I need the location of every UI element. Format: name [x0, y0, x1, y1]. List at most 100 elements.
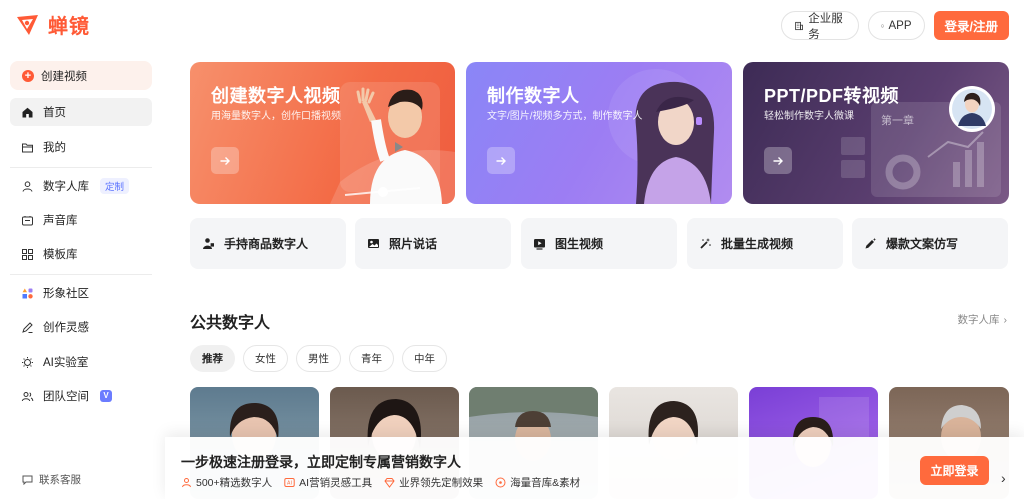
promo-features: 500+精选数字人 AI AI营销灵感工具 业界领先定制效果 海量音库&素材	[181, 475, 580, 490]
custom-badge: 定制	[100, 178, 130, 194]
person-icon	[22, 180, 33, 192]
diamond-icon	[384, 478, 395, 488]
banner-arrow-button[interactable]	[211, 147, 239, 174]
promo-feature-label: 500+精选数字人	[196, 477, 273, 489]
person-outline-icon	[182, 478, 191, 488]
sidebar-item-label: 我的	[43, 142, 66, 154]
building-icon	[794, 21, 803, 30]
enterprise-service-button[interactable]: 企业服务	[780, 11, 859, 41]
music-icon	[495, 477, 506, 488]
section-title: 公共数字人	[190, 315, 271, 332]
login-register-button[interactable]: 登录/注册	[933, 11, 1009, 40]
sidebar-item-creative-inspiration[interactable]: 创作灵感	[10, 313, 152, 341]
video-play-icon	[534, 239, 545, 250]
banner-ppt-pdf-to-video[interactable]: 第一章 PPT/PDF转视频 轻松制作数字人微课	[743, 62, 1009, 204]
logo[interactable]: 蝉镜	[14, 10, 90, 39]
app-label: APP	[888, 19, 912, 32]
sidebar-item-label: AI实验室	[43, 357, 89, 369]
banner-subtitle: 文字/图片/视频多方式，制作数字人	[487, 111, 643, 122]
photo-icon	[368, 239, 379, 248]
filter-chips: 推荐 女性 男性 青年 中年	[190, 345, 447, 372]
promo-feature-label: 海量音库&素材	[510, 477, 581, 489]
sidebar-item-digital-human-library[interactable]: 数字人库 定制	[10, 172, 152, 200]
sidebar-item-template-library[interactable]: 模板库	[10, 240, 152, 268]
filter-chip-recommended[interactable]: 推荐	[190, 345, 235, 372]
promo-feature: 500+精选数字人	[181, 475, 272, 490]
quick-action-batch-generate[interactable]: 批量生成视频	[687, 218, 843, 269]
sidebar-divider	[10, 167, 152, 168]
app-root: 蝉镜 企业服务 APP 登录/注册 + 创建视频 首页 我的 数字人库 定制 声…	[0, 0, 1024, 499]
section-link-label: 数字人库	[957, 314, 1000, 326]
sidebar-item-home[interactable]: 首页	[10, 98, 152, 126]
shapes-icon	[22, 288, 33, 298]
audio-box-icon	[22, 215, 33, 225]
sidebar: + 创建视频 首页 我的 数字人库 定制 声音库 模板库 形象社区 创作灵感 A…	[0, 52, 165, 499]
create-video-button[interactable]: + 创建视频	[10, 61, 152, 90]
sidebar-item-label: 声音库	[43, 215, 78, 227]
quick-action-label: 爆款文案仿写	[886, 237, 959, 251]
enterprise-service-label: 企业服务	[808, 12, 843, 41]
folder-icon	[22, 143, 33, 152]
filter-chip-youth[interactable]: 青年	[349, 345, 394, 372]
filter-chip-male[interactable]: 男性	[296, 345, 341, 372]
arrow-right-icon	[773, 156, 783, 165]
sidebar-item-label: 团队空间	[43, 391, 89, 403]
create-video-label: 创建视频	[41, 70, 87, 83]
pen-icon	[22, 321, 33, 333]
pen-sparkle-icon	[865, 237, 877, 249]
home-icon	[22, 107, 33, 117]
arrow-right-icon	[496, 156, 506, 165]
promo-feature-label: AI营销灵感工具	[299, 477, 373, 489]
quick-action-label: 照片说话	[389, 237, 438, 251]
carousel-next-icon[interactable]: ›	[1001, 470, 1006, 486]
sidebar-item-label: 模板库	[43, 249, 78, 261]
register-promo-bar: 一步极速注册登录，立即定制专属营销数字人 500+精选数字人 AI AI营销灵感…	[165, 437, 1024, 499]
ai-icon: AI	[284, 478, 295, 487]
sidebar-divider	[10, 274, 152, 275]
banner-title: 制作数字人	[487, 86, 580, 106]
sidebar-item-image-community[interactable]: 形象社区	[10, 279, 152, 307]
phone-icon	[881, 24, 883, 27]
banner-subtitle: 轻松制作数字人微课	[764, 111, 854, 122]
svg-text:AI: AI	[287, 481, 292, 487]
top-actions: 企业服务 APP 登录/注册	[780, 11, 1009, 41]
chat-icon	[22, 475, 33, 485]
quick-action-image-to-video[interactable]: 图生视频	[521, 218, 677, 269]
grid-icon	[22, 248, 33, 260]
banner-title: PPT/PDF转视频	[764, 86, 900, 106]
top-bar: 蝉镜 企业服务 APP 登录/注册	[0, 0, 1024, 52]
sidebar-item-label: 形象社区	[43, 288, 89, 300]
team-icon	[21, 391, 34, 401]
promo-title: 一步极速注册登录，立即定制专属营销数字人	[181, 454, 461, 470]
login-now-button[interactable]: 立即登录	[920, 456, 989, 485]
person-product-icon	[203, 238, 214, 249]
plus-icon: +	[22, 69, 34, 82]
banner-create-digital-human-video[interactable]: 创建数字人视频 用海量数字人，创作口播视频	[190, 62, 455, 204]
sidebar-item-team-space[interactable]: 团队空间 V	[10, 382, 152, 410]
quick-action-photo-talk[interactable]: 照片说话	[355, 218, 511, 269]
quick-action-handheld-product[interactable]: 手持商品数字人	[190, 218, 346, 269]
banner-title: 创建数字人视频	[211, 86, 341, 106]
sidebar-item-voice-library[interactable]: 声音库	[10, 206, 152, 234]
logo-text: 蝉镜	[48, 16, 90, 38]
contact-support-link[interactable]: 联系客服	[22, 472, 81, 487]
sidebar-item-label: 数字人库	[43, 181, 89, 193]
quick-action-label: 图生视频	[555, 237, 604, 251]
banner-arrow-button[interactable]	[487, 147, 515, 174]
sidebar-item-label: 首页	[43, 107, 66, 119]
contact-support-label: 联系客服	[39, 474, 81, 486]
vip-badge: V	[100, 390, 112, 402]
sidebar-item-mine[interactable]: 我的	[10, 133, 152, 161]
promo-feature: 业界领先定制效果	[384, 475, 483, 490]
sidebar-item-label: 创作灵感	[43, 322, 89, 334]
quick-action-copywriting[interactable]: 爆款文案仿写	[852, 218, 1008, 269]
magic-wand-icon	[700, 238, 711, 249]
digital-human-library-link[interactable]: 数字人库 ›	[958, 312, 1008, 327]
banner-subtitle: 用海量数字人，创作口播视频	[211, 111, 341, 122]
filter-chip-female[interactable]: 女性	[243, 345, 288, 372]
banner-make-digital-human[interactable]: 制作数字人 文字/图片/视频多方式，制作数字人	[466, 62, 732, 204]
filter-chip-middle-aged[interactable]: 中年	[402, 345, 447, 372]
banner-arrow-button[interactable]	[764, 147, 792, 174]
sidebar-item-ai-lab[interactable]: AI实验室	[10, 348, 152, 376]
app-download-button[interactable]: APP	[867, 11, 925, 40]
